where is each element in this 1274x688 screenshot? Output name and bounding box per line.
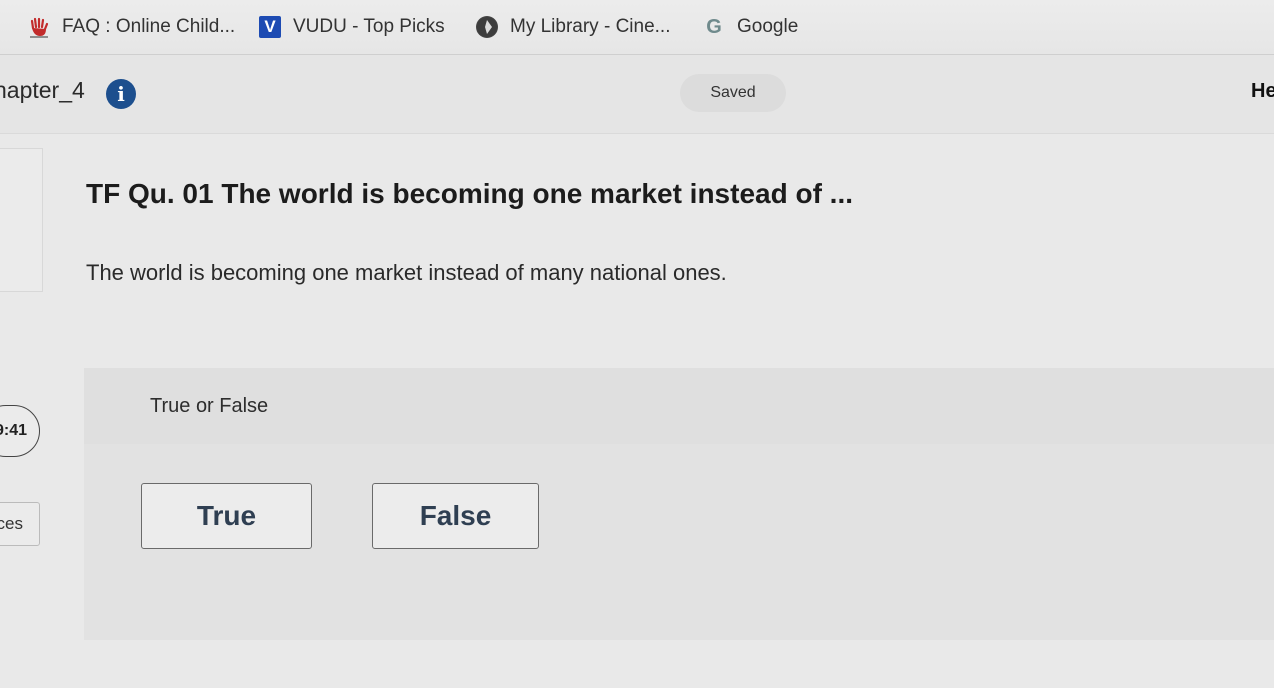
bookmark-my-library[interactable]: My Library - Cine... [476,14,670,40]
false-button[interactable]: False [372,483,539,549]
bookmark-vudu[interactable]: V VUDU - Top Picks [259,14,445,40]
question-text: The world is becoming one market instead… [86,260,727,285]
bookmark-google[interactable]: G Google [703,14,798,40]
assignment-header: hapter_4 [0,55,1274,134]
bookmarks-bar: FAQ : Online Child... V VUDU - Top Picks… [0,0,1274,55]
info-icon[interactable]: i [106,79,136,109]
resources-tab[interactable]: ces [0,502,40,546]
chapter-title: hapter_4 [0,77,85,103]
saved-status-badge: Saved [680,74,786,112]
bookmark-faq[interactable]: FAQ : Online Child... [28,14,235,40]
question-title: TF Qu. 01 The world is becoming one mark… [86,178,854,209]
true-button[interactable]: True [141,483,312,549]
bookmark-label: Google [737,16,799,37]
bookmark-label: VUDU - Top Picks [293,16,445,37]
answer-prompt: True or False [150,395,269,417]
google-icon: G [706,15,722,38]
timer-badge[interactable]: 9:41 [0,405,40,457]
header-right-link[interactable]: He [1251,80,1274,103]
library-icon [476,16,498,38]
bookmark-label: FAQ : Online Child... [62,16,236,37]
vudu-icon: V [259,16,281,38]
hand-icon [28,16,50,38]
bookmark-label: My Library - Cine... [510,16,671,37]
left-side-panel [0,148,43,292]
